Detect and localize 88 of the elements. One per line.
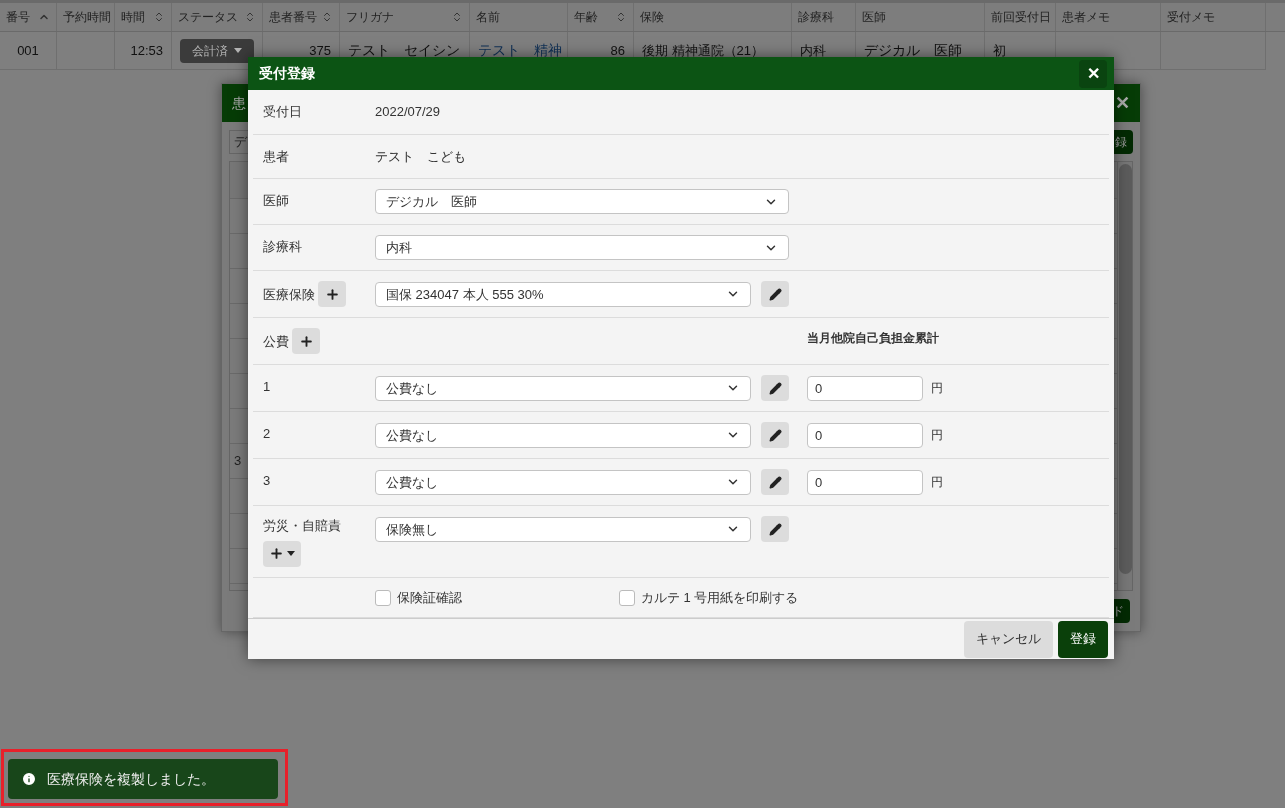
sort-icon[interactable] [615, 11, 627, 23]
status-dropdown[interactable]: 会計済 [180, 38, 254, 63]
table-cell-text: 12:53 [130, 41, 163, 60]
table-cell-text: 後期 精神通院（21） [642, 41, 765, 60]
caret-icon [287, 551, 295, 557]
sort-icon[interactable] [244, 11, 256, 23]
column-header[interactable]: 医師 [862, 8, 886, 26]
table-cell-text: デジカル 医師 [864, 41, 962, 60]
select-field[interactable]: 国保 234047 本人 555 30% [375, 281, 751, 307]
select-field[interactable]: デジカル 医師 [375, 189, 789, 215]
plus-icon [298, 333, 314, 349]
checkbox[interactable] [375, 589, 391, 606]
field-label: 受付日 [263, 103, 302, 122]
column-header[interactable]: 名前 [476, 8, 500, 26]
column-header[interactable]: 診療科 [798, 8, 834, 26]
select-field[interactable]: 保険無し [375, 516, 751, 542]
table-cell-text: 001 [17, 41, 39, 60]
close-icon[interactable]: ✕ [1115, 89, 1130, 117]
column-header[interactable]: 保険 [640, 8, 664, 26]
checkbox-label: 保険証確認 [397, 588, 462, 607]
column-header[interactable]: フリガナ [346, 8, 394, 26]
pencil-icon [768, 522, 782, 536]
field-label: 医療保険 [263, 285, 315, 304]
sort-icon[interactable] [153, 11, 165, 23]
field-label: 公費 [263, 332, 289, 351]
edit-button[interactable] [761, 281, 789, 308]
field-label: 医師 [263, 192, 289, 211]
table-cell-text: 375 [309, 41, 331, 60]
edit-button[interactable] [761, 516, 789, 543]
column-header[interactable]: 患者メモ [1062, 8, 1110, 26]
checkbox[interactable] [619, 589, 635, 606]
field-label: 2 [263, 425, 271, 444]
checkbox-label: カルテ 1 号用紙を印刷する [641, 588, 799, 607]
amount-field[interactable]: 0 [807, 422, 923, 448]
column-header[interactable]: 前回受付日 [991, 8, 1051, 26]
table-cell-text: 86 [610, 41, 625, 60]
add-button[interactable] [318, 281, 346, 308]
field-label: 患者 [263, 147, 289, 166]
sort-icon[interactable] [451, 11, 463, 23]
patient-name-link[interactable]: テスト 精神 [478, 40, 562, 61]
edit-button[interactable] [761, 422, 789, 449]
field-label: 診療科 [263, 238, 302, 257]
select-field[interactable]: 公費なし [375, 469, 751, 495]
toast-message: 医療保険を複製しました。 [47, 769, 215, 789]
column-header[interactable]: 予約時間 [63, 8, 111, 26]
dialog-title: 受付登録 [259, 64, 315, 84]
column-header[interactable]: 受付メモ [1167, 8, 1215, 26]
column-header[interactable]: 番号 [6, 8, 30, 26]
pencil-icon [768, 475, 782, 489]
column-header[interactable]: 年齢 [574, 8, 598, 26]
select-field[interactable]: 公費なし [375, 422, 751, 448]
edit-button[interactable] [761, 375, 789, 402]
table-cell-text: 3 [234, 452, 242, 471]
field-label: 3 [263, 472, 271, 491]
select-field[interactable]: 内科 [375, 235, 789, 261]
dialog-title: 患 [232, 93, 246, 113]
field-value: 2022/07/29 [375, 103, 441, 122]
select-field[interactable]: 公費なし [375, 375, 751, 401]
add-button[interactable] [292, 328, 320, 355]
column-heading: 当月他院自己負担金累計 [807, 330, 939, 348]
submit-button[interactable]: 登録 [1058, 620, 1108, 658]
cancel-button[interactable]: キャンセル [964, 620, 1053, 658]
unit-label: 円 [931, 380, 943, 398]
plus-icon [269, 546, 284, 562]
unit-label: 円 [931, 427, 943, 445]
table-cell-text: テスト セイシン [348, 41, 460, 60]
sort-icon[interactable] [321, 11, 333, 23]
field-label: 1 [263, 378, 271, 397]
pencil-icon [768, 428, 782, 442]
plus-icon [324, 286, 340, 302]
info-icon [21, 771, 37, 787]
close-button[interactable]: ✕ [1079, 59, 1107, 88]
column-header[interactable]: 時間 [121, 8, 145, 26]
scrollbar[interactable] [1117, 162, 1132, 590]
pencil-icon [768, 287, 782, 301]
column-header[interactable]: ステータス [178, 8, 238, 26]
edit-button[interactable] [761, 469, 789, 496]
add-menu-button[interactable] [263, 540, 301, 567]
field-label: 労災・自賠責 [263, 517, 341, 536]
caret-icon [234, 48, 242, 53]
amount-field[interactable]: 0 [807, 375, 923, 401]
unit-label: 円 [931, 474, 943, 492]
table-cell-text: 初 [993, 41, 1006, 60]
field-value: テスト こども [375, 147, 466, 166]
pencil-icon [768, 381, 782, 395]
table-cell-text: 内科 [800, 41, 826, 60]
amount-field[interactable]: 0 [807, 469, 923, 495]
column-header[interactable]: 患者番号 [269, 8, 317, 26]
